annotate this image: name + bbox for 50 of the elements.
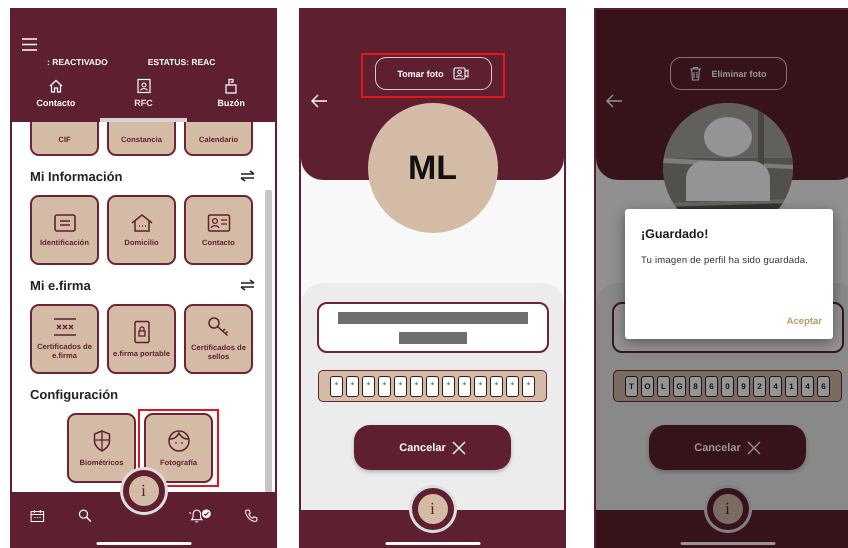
- character-box: T: [624, 376, 638, 396]
- trash-icon: [689, 66, 702, 81]
- tablet-lock-icon: [132, 320, 152, 344]
- character-box: 8: [688, 376, 702, 396]
- character-box: 4: [768, 376, 782, 396]
- id-badge-icon: [136, 78, 152, 94]
- house-icon: [48, 78, 64, 94]
- dialog-message: Tu imagen de perfil ha sido guardada.: [641, 255, 810, 268]
- character-box: 6: [704, 376, 718, 396]
- character-box: 2: [752, 376, 766, 396]
- dialog-title: ¡Guardado!: [641, 227, 710, 241]
- character-box: L: [656, 376, 670, 396]
- mailbox-icon: [223, 78, 240, 94]
- scrollbar[interactable]: [265, 190, 272, 492]
- character-box: O: [640, 376, 654, 396]
- house-icon: [130, 212, 154, 233]
- tab[interactable]: Contacto: [12, 78, 100, 122]
- id-card-icon: [52, 212, 76, 233]
- section-title: Configuración: [30, 386, 118, 402]
- cancel-button[interactable]: Cancelar: [649, 425, 806, 470]
- character-box: 9: [736, 376, 750, 396]
- character-box: 0: [720, 376, 734, 396]
- camera-person-icon: [452, 67, 469, 80]
- swap-arrows-icon[interactable]: [240, 170, 255, 182]
- menu-icon[interactable]: [22, 38, 37, 51]
- back-arrow-icon[interactable]: [310, 94, 328, 108]
- redaction-bar: [398, 332, 466, 344]
- character-box: G: [672, 376, 686, 396]
- password-lines-icon: [52, 317, 78, 338]
- section-title: Mi Información: [30, 168, 122, 184]
- section-title: Mi e.firma: [30, 278, 91, 292]
- tab[interactable]: Buzón: [187, 78, 275, 122]
- swap-arrows-icon[interactable]: [240, 279, 255, 291]
- character-box: 4: [800, 376, 814, 396]
- info-button[interactable]: i: [122, 470, 164, 512]
- calendar-icon[interactable]: [30, 507, 45, 525]
- delete-photo-button[interactable]: Eliminar foto: [670, 57, 786, 90]
- status-text: ESTATUS: REAC: [148, 57, 216, 69]
- close-icon: [746, 440, 761, 454]
- take-photo-button[interactable]: Tomar foto: [374, 57, 492, 90]
- key-icon: [206, 316, 230, 338]
- contact-card-icon: [206, 212, 230, 233]
- character-box: 1: [784, 376, 798, 396]
- back-arrow-icon[interactable]: [605, 94, 623, 108]
- shield-icon: [92, 428, 112, 453]
- close-icon: [452, 440, 466, 454]
- status-text: : REACTIVADO: [47, 57, 108, 69]
- character-box: 6: [816, 376, 830, 396]
- cancel-button[interactable]: Cancelar: [354, 425, 511, 470]
- face-icon: [166, 428, 190, 453]
